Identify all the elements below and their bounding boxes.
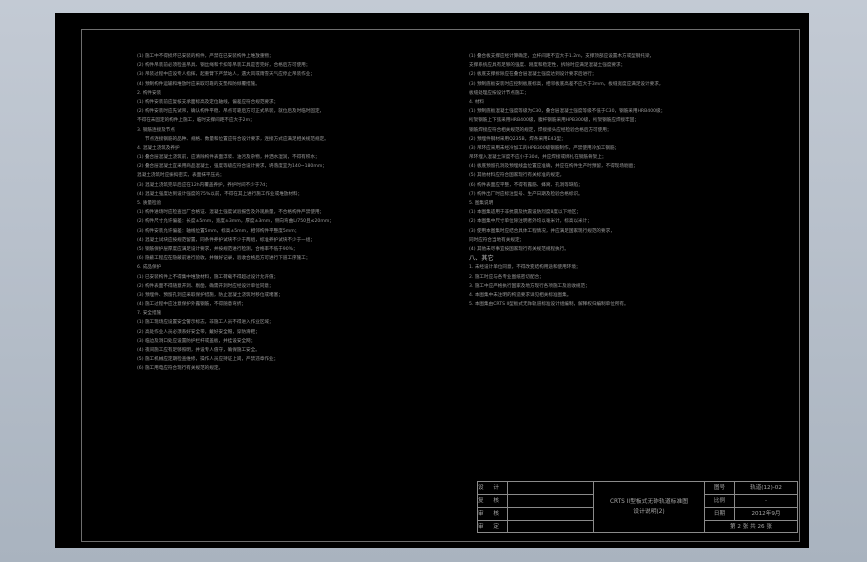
approver-value	[508, 521, 594, 533]
checker-label: 复 核 者	[478, 495, 508, 508]
reviewer-value	[508, 508, 594, 521]
note-line: 4. 混凝土浇筑及养护	[137, 145, 180, 151]
note-line: (4) 预制构件运输和堆放时应采取可靠的支垫和防倾覆措施。	[137, 81, 260, 87]
note-line: 1. 未经设计单位同意，不得改变结构用途和使用环境；	[469, 265, 581, 271]
note-line: 4. 材料	[469, 99, 485, 105]
note-line: (3) 吊装过程中应设专人指挥，起重臂下严禁站人，遇大风或雨雪天气应停止吊装作业…	[137, 72, 315, 78]
note-line: 钢筋焊接应符合相关规范的规定，焊接接头应经检验合格后方可使用；	[469, 127, 612, 133]
note-line: (2) 构件尺寸允许偏差：长度±5mm，宽度±3mm，厚度±3mm，侧向弯曲L/…	[137, 219, 334, 225]
note-line: (4) 夜间施工应有足够照明，并设专人值守，确保施工安全。	[137, 348, 260, 353]
note-line: (3) 构件安装允许偏差：轴线位置5mm，标高±5mm，相邻构件平整度5mm；	[137, 228, 300, 234]
drawing-no-value: 轨道(12)-02	[735, 482, 797, 495]
note-line: (5) 施工机械应定期检查维修，操作人员应持证上岗，严禁违章作业；	[137, 357, 279, 363]
note-line: 5. 图集说明	[469, 201, 494, 206]
note-line: (2) 预埋件钢材采用Q235B，焊条采用E43型；	[469, 136, 566, 142]
drawing-title-line-1: CRTS II型板式无砟轨道标准图	[609, 499, 689, 505]
date-value: 2012年9月	[735, 508, 797, 521]
note-line: (6) 施工用电应符合现行有关规范的规定。	[137, 366, 224, 372]
note-line: (1) 本图集适用于非抗震及抗震设防烈度8度以下地区；	[469, 210, 581, 216]
scale-label: 比例	[705, 495, 735, 508]
note-line: (1) 已安装构件上不得集中堆放材料，施工荷载不得超过设计允许值；	[137, 274, 279, 280]
note-line: 4. 本图集中未注明的构造要求详见相关标准图集。	[469, 292, 572, 298]
designer-label: 设 计 者	[478, 482, 508, 495]
note-line: (5) 其他材料应符合国家现行有关标准的规定。	[469, 173, 565, 179]
note-line: (1) 施工现场应设置安全警示标志，非施工人员不得进入作业区域；	[137, 320, 274, 326]
note-line: (4) 混凝土强度达到设计强度的75%以前，不得在其上进行施工作业或堆放材料；	[137, 191, 303, 197]
note-line: 支撑系统应具有足够的强度、刚度和稳定性，拆除时应满足混凝土强度要求；	[469, 63, 626, 69]
note-line: (3) 混凝土浇筑完毕后应在12h内覆盖养护，养护时间不少于7d；	[137, 182, 270, 188]
scale-value: -	[735, 495, 797, 508]
note-line: (2) 板底支撑拆除应在叠合层混凝土强度达到设计要求后进行；	[469, 72, 597, 78]
note-line: 节点连接钢筋的品种、规格、数量和位置应符合设计要求，连接方式应满足相关规范规定。	[145, 136, 329, 142]
note-line: (2) 叠合层混凝土宜采用商品混凝土，强度等级应符合设计要求，坍落度宜为140~…	[137, 164, 327, 170]
note-line: (2) 构件安装时应先试吊，确认构件平稳、吊点可靠后方可正式吊装，就位后及时临时…	[137, 109, 325, 115]
note-line: (1) 构件安装前应复核支承面标高及定位轴线，偏差应符合规范要求；	[137, 99, 279, 105]
drawing-no-label: 图号	[705, 482, 735, 495]
sheet-number: 第 2 张 共 26 张	[730, 524, 772, 530]
note-line: (1) 预制底板混凝土强度等级为C30，叠合层混凝土强度等级不低于C30，钢筋采…	[469, 109, 666, 115]
note-line: (3) 预制底板安装时应控制板底标高，相邻板底高差不应大于3mm，板缝宽度应满足…	[469, 81, 664, 87]
note-line: (1) 构件进场时应检查出厂合格证、混凝土强度试验报告及外观质量，不合格构件严禁…	[137, 210, 325, 216]
note-line: 同时应符合当地有关规定；	[469, 237, 525, 243]
note-line: 3. 钢筋连接及节点	[137, 127, 176, 133]
drawing-title: CRTS II型板式无砟轨道标准图 设计说明(2)	[594, 482, 705, 533]
note-line: 吊环埋入混凝土深度不应小于30d，并应焊接或绑扎在钢筋骨架上；	[469, 155, 607, 161]
note-line: 板缝处理应按设计节点施工；	[469, 90, 529, 96]
checker-value	[508, 495, 594, 508]
notes-right-column: (1) 叠合板支撑应经计算确定，立杆间距不宜大于1.2m，支撑顶部应设置木方或型…	[469, 52, 797, 309]
note-line: 2. 施工时应与各专业图纸密切配合；	[469, 274, 544, 280]
note-line: (2) 构件吊装前必须检查吊具、钢丝绳和卡扣等吊装工具是否完好，合格后方可使用；	[137, 63, 311, 69]
note-line: (6) 隐蔽工程应在隐蔽前进行验收，并做好记录，验收合格后方可进行下道工序施工；	[137, 256, 311, 262]
drawing-title-line-2: 设计说明(2)	[633, 509, 665, 515]
note-line: 混凝土浇筑时应振捣密实，表面抹平压光；	[137, 173, 225, 179]
note-line: (4) 混凝土试块应按规范留置，同条件养护试块不少于两组，标准养护试块不少于一组…	[137, 237, 315, 243]
note-line: (4) 板底预留孔洞及预埋线盒位置应准确，并应在构件生产时预留，不得现场剔凿；	[469, 164, 638, 170]
notes-left-column: (1) 施工中不得损坏已安装的构件，严禁在已安装构件上堆放重物； (2) 构件吊装…	[137, 52, 462, 374]
note-line: (4) 其他未尽事宜按国家现行有关规范规程执行。	[469, 246, 569, 252]
note-line: (2) 构件表面不得随意开洞、剔凿，确需开洞时应经设计单位同意；	[137, 283, 274, 289]
note-line: 桁架钢筋上下弦采用HRB400级，腹杆钢筋采用HPB300级，桁架钢筋应焊接牢固…	[469, 118, 639, 124]
reviewer-label: 审 核 者	[478, 508, 508, 521]
note-line: 6. 成品保护	[137, 265, 162, 271]
note-line: 5. 本图集由CRTS II型板式无砟轨道标准设计组编制，解释权归编制单位所有。	[469, 302, 629, 308]
note-line: (5) 钢筋保护层厚度应满足设计要求，并按规范进行检测，合格率不低于90%；	[137, 246, 298, 252]
note-line: 5. 质量检验	[137, 201, 162, 206]
note-line: (1) 施工中不得损坏已安装的构件，严禁在已安装构件上堆放重物；	[137, 54, 274, 59]
note-line: (4) 施工过程中应注意保护外露钢筋，不得随意弯折；	[137, 302, 247, 308]
note-line: 不得在未固定的构件上施工，临时支撑间距不应大于2m；	[137, 118, 255, 124]
note-line: (2) 高处作业人员必须系好安全带，戴好安全帽，穿防滑鞋；	[137, 329, 260, 335]
note-line: (3) 吊环应采用未经冷加工的HPB300级钢筋制作，严禁使用冷加工钢筋；	[469, 145, 620, 151]
note-line: (7) 构件出厂时应标注型号、生产日期及检验合格标识。	[469, 191, 583, 197]
date-label: 日期	[705, 508, 735, 521]
approver-label: 审 定 者	[478, 521, 508, 533]
note-line: (1) 叠合层混凝土浇筑前，应清除构件表面浮浆、油污及杂物，并洒水湿润，不得有积…	[137, 155, 320, 161]
note-line: (1) 叠合板支撑应经计算确定，立杆间距不宜大于1.2m，支撑顶部应设置木方或型…	[469, 54, 655, 59]
note-line: (3) 临边及洞口处应设置防护栏杆或盖板，并挂设安全网；	[137, 338, 256, 344]
designer-value	[508, 482, 594, 495]
note-line: 2. 构件安装	[137, 90, 162, 96]
note-line: 3. 施工中应严格执行国家及地方现行各项施工及验收规范；	[469, 283, 590, 289]
section-heading: 八、其它	[469, 255, 494, 263]
note-line: 7. 安全措施	[137, 311, 162, 317]
note-line: (3) 预埋件、预留孔洞应采取保护措施，防止混凝土浇筑时移位或堵塞；	[137, 292, 283, 298]
note-line: (3) 使用本图集时应结合具体工程情况，并应满足国家现行规范的要求，	[469, 228, 615, 234]
note-line: (6) 构件表面应平整，不得有露筋、蜂窝、孔洞等缺陷；	[469, 182, 583, 188]
title-block: 设 计 者 复 核 者 审 核 者 审 定 者 CRTS II型板式无砟轨道标准…	[477, 481, 798, 533]
note-line: (2) 本图集中尺寸单位除注明者外均以毫米计，标高以米计；	[469, 219, 592, 225]
